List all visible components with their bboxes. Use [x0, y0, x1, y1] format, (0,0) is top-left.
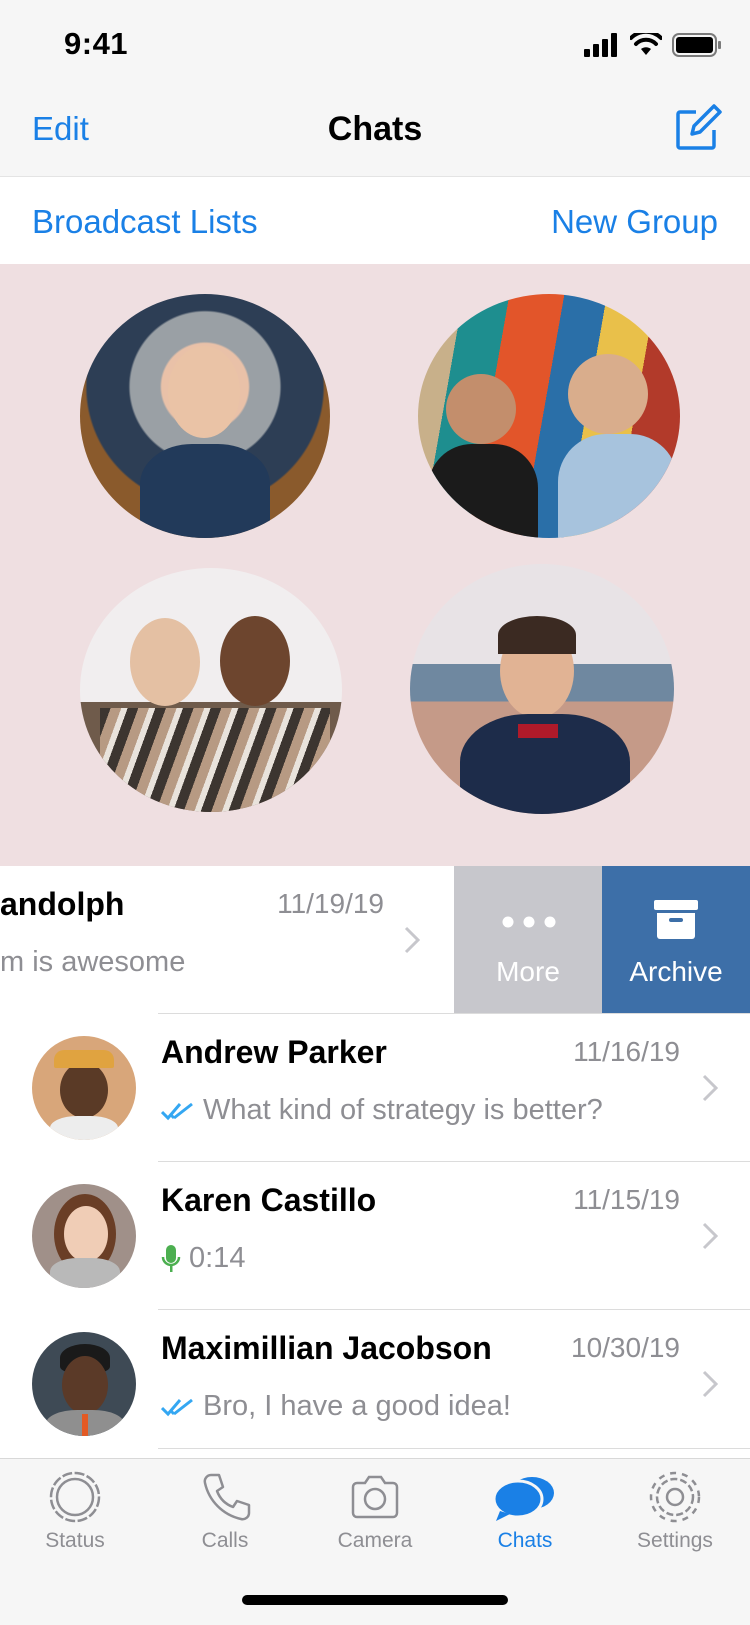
chat-preview-text: 0:14 — [189, 1242, 246, 1274]
tab-label: Chats — [497, 1529, 553, 1552]
photo-collage — [0, 264, 750, 866]
chevron-right-icon — [702, 1222, 718, 1250]
phone-icon — [203, 1473, 251, 1521]
double-check-icon — [161, 1398, 193, 1416]
compose-icon[interactable] — [674, 104, 722, 152]
tab-label: Camera — [337, 1529, 413, 1552]
avatar — [32, 1036, 136, 1140]
photo-two-friends-blanket — [80, 568, 342, 812]
chevron-right-icon — [702, 1074, 718, 1102]
more-dots-icon — [502, 916, 556, 928]
avatar — [32, 1332, 136, 1436]
avatar — [32, 1184, 136, 1288]
chat-preview-text: m is awesome — [0, 946, 186, 978]
chat-name: Maximillian Jacobson — [161, 1330, 492, 1366]
chat-date: 11/16/19 — [573, 1036, 680, 1067]
photo-woman-hoodie — [80, 294, 330, 538]
tab-chats[interactable]: Chats — [450, 1469, 600, 1553]
tab-status[interactable]: Status — [0, 1469, 150, 1553]
subbar: Broadcast Lists New Group — [0, 176, 750, 265]
chevron-right-icon — [404, 926, 420, 954]
more-label: More — [496, 956, 560, 987]
chat-date: 10/30/19 — [571, 1332, 680, 1363]
tab-settings[interactable]: Settings — [600, 1469, 750, 1553]
chat-preview-text: What kind of strategy is better? — [203, 1094, 603, 1126]
chat-preview: m is awesome — [0, 946, 185, 979]
camera-icon — [351, 1475, 399, 1519]
photo-man-bowtie — [410, 564, 674, 814]
photo-two-women-beer — [418, 294, 680, 538]
chat-preview-text: Bro, I have a good idea! — [203, 1390, 511, 1422]
tab-label: Status — [45, 1529, 105, 1552]
divider — [158, 1448, 750, 1449]
archive-box-icon — [654, 900, 698, 939]
edit-button[interactable]: Edit — [32, 110, 89, 148]
chat-row-andrew-parker[interactable]: Andrew Parker 11/16/19 What kind of stra… — [0, 1014, 750, 1162]
status-time: 9:41 — [64, 26, 129, 61]
chevron-right-icon — [702, 1370, 718, 1398]
more-action-button[interactable]: More — [454, 866, 602, 1014]
page-title: Chats — [327, 110, 423, 148]
chat-name: Karen Castillo — [161, 1182, 377, 1218]
chat-preview: Bro, I have a good idea! — [161, 1390, 511, 1423]
chat-row-maximillian-jacobson[interactable]: Maximillian Jacobson 10/30/19 Bro, I hav… — [0, 1310, 750, 1458]
broadcast-lists-link[interactable]: Broadcast Lists — [32, 203, 258, 241]
battery-icon — [672, 33, 721, 57]
microphone-icon — [161, 1244, 181, 1272]
tab-label: Settings — [637, 1529, 713, 1552]
chat-name: andolph — [0, 886, 125, 922]
tab-label: Calls — [201, 1529, 249, 1552]
chat-name: Andrew Parker — [161, 1034, 387, 1070]
archive-action-button[interactable]: Archive — [602, 866, 750, 1014]
chat-preview: 0:14 — [161, 1242, 245, 1275]
chat-preview: What kind of strategy is better? — [161, 1094, 603, 1127]
cellular-signal-icon — [584, 33, 617, 57]
chat-date: 11/15/19 — [573, 1184, 680, 1215]
chat-bubbles-icon — [492, 1477, 554, 1521]
status-icons — [584, 32, 722, 58]
double-check-icon — [161, 1102, 193, 1120]
new-group-link[interactable]: New Group — [551, 203, 718, 241]
wifi-icon — [630, 33, 662, 55]
chat-row-karen-castillo[interactable]: Karen Castillo 11/15/19 0:14 — [0, 1162, 750, 1310]
archive-label: Archive — [629, 956, 723, 987]
home-indicator — [242, 1595, 508, 1605]
chat-date: 11/19/19 — [277, 888, 384, 919]
tab-camera[interactable]: Camera — [300, 1469, 450, 1553]
status-icon — [49, 1471, 101, 1523]
swiped-chat-row[interactable]: andolph 11/19/19 m is awesome More Archi… — [0, 866, 750, 1014]
gear-icon — [649, 1471, 701, 1523]
tab-calls[interactable]: Calls — [150, 1469, 300, 1553]
